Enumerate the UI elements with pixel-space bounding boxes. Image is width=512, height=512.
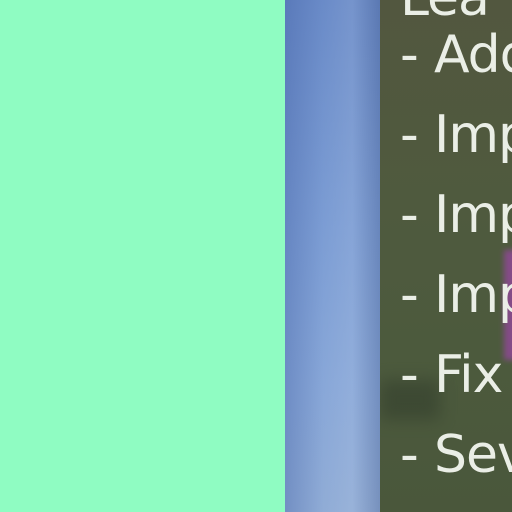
note-item: -Add [400,25,512,85]
note-item: -Sev [400,425,512,485]
note-text: Fix [434,345,503,405]
note-bullet: - [400,345,419,405]
patch-notes-panel: Lea -Add -Imp -Imp -Imp -Fix -Sev [380,0,512,512]
note-bullet: - [400,105,419,165]
note-bullet: - [400,185,419,245]
note-text: Sev [434,425,512,485]
screenshot-stage: Lea -Add -Imp -Imp -Imp -Fix -Sev [0,0,512,512]
note-item: - Fix [400,345,503,405]
note-text: Imp [434,105,512,165]
note-item: -Imp [400,185,512,245]
note-bullet: - [400,25,419,85]
note-bullet: - [400,265,419,325]
notes-heading: Lea [400,0,490,28]
note-item: -Imp [400,265,512,325]
note-bullet: - [400,425,419,485]
mint-color-panel [0,0,285,512]
note-text: Imp [434,185,512,245]
note-text: Imp [434,265,512,325]
sky-image-strip [285,0,381,512]
note-item: -Imp [400,105,512,165]
note-text: Add [434,25,512,85]
